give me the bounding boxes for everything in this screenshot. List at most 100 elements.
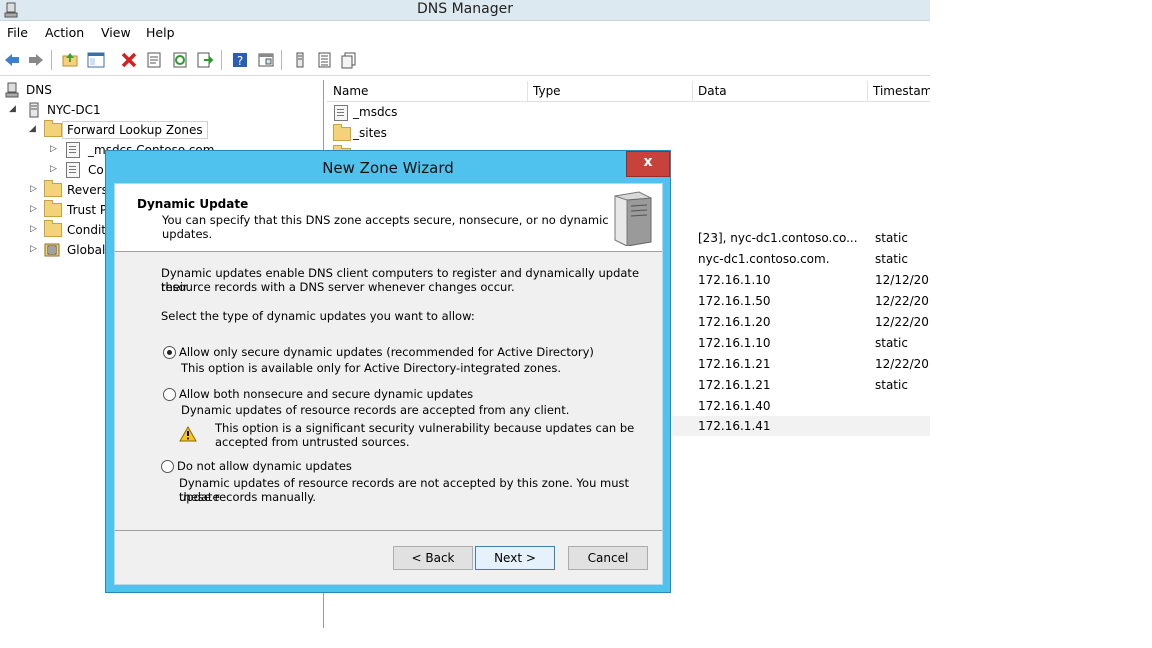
radio-secure-only[interactable]	[163, 346, 176, 359]
back-arrow-icon[interactable]	[3, 51, 21, 69]
zone-icon[interactable]	[340, 51, 358, 69]
cell-data: 172.16.1.10	[698, 273, 771, 287]
global-logs-icon	[44, 243, 60, 257]
cell-timestamp: 12/12/201	[875, 273, 930, 287]
close-icon: x	[643, 154, 653, 170]
back-button[interactable]: < Back	[393, 546, 473, 570]
tree-item-dns[interactable]: DNS	[0, 80, 200, 100]
cell-data: nyc-dc1.contoso.com.	[698, 252, 830, 266]
cell-data: 172.16.1.20	[698, 315, 771, 329]
toolbar: ?	[0, 45, 930, 76]
svg-text:?: ?	[237, 54, 243, 68]
option-label[interactable]: Allow both nonsecure and secure dynamic …	[179, 387, 473, 401]
collapsed-arrow-icon[interactable]: ▷	[30, 184, 37, 194]
refresh-icon[interactable]	[171, 51, 189, 69]
cell-timestamp: static	[875, 336, 908, 350]
intro-text-continued: resource records with a DNS server whene…	[161, 280, 515, 294]
collapsed-arrow-icon[interactable]: ▷	[50, 164, 57, 174]
cell-timestamp: 12/22/201	[875, 315, 930, 329]
page-description: You can specify that this DNS zone accep…	[162, 213, 609, 227]
menu-view[interactable]: View	[101, 25, 131, 40]
export-icon[interactable]	[196, 51, 214, 69]
tree-label: Global	[67, 243, 106, 257]
tree-label: Forward Lookup Zones	[62, 121, 208, 139]
tree-label: NYC-DC1	[47, 103, 101, 117]
tree-label: Trust P	[67, 203, 108, 217]
warning-text-continued: accepted from untrusted sources.	[215, 435, 410, 449]
help-icon[interactable]: ?	[231, 51, 249, 69]
menu-action[interactable]: Action	[45, 25, 84, 40]
cancel-button[interactable]: Cancel	[568, 546, 648, 570]
page-description-continued: updates.	[162, 227, 213, 241]
tree-label: Revers	[67, 183, 108, 197]
tree-item-nyc-dc1[interactable]: ◢ NYC-DC1	[0, 100, 200, 120]
dialog-title: New Zone Wizard	[322, 159, 454, 177]
warning-icon	[179, 426, 197, 442]
server-tower-icon	[614, 191, 652, 246]
list-item[interactable]: _msdcs	[327, 102, 930, 122]
window-title: DNS Manager	[417, 1, 513, 17]
folder-icon	[44, 120, 62, 137]
option-description: Dynamic updates of resource records are …	[181, 403, 570, 417]
server-icon	[29, 102, 39, 118]
column-header-name[interactable]: Name	[327, 81, 528, 101]
show-tree-icon[interactable]	[87, 51, 105, 69]
forward-arrow-icon[interactable]	[27, 51, 45, 69]
tree-label: Co	[88, 163, 104, 177]
collapsed-arrow-icon[interactable]: ▷	[50, 144, 57, 154]
list-icon[interactable]	[315, 51, 333, 69]
button-row: < Back Next > Cancel	[115, 546, 662, 576]
close-button[interactable]: x	[626, 151, 670, 177]
divider	[115, 530, 662, 531]
folder-icon	[44, 200, 62, 217]
list-header: Name Type Data Timestam	[327, 81, 930, 102]
option-description: This option is available only for Active…	[181, 361, 561, 375]
cell-name: _sites	[353, 126, 387, 140]
up-folder-icon[interactable]	[61, 51, 79, 69]
option-label[interactable]: Do not allow dynamic updates	[177, 459, 352, 473]
collapsed-arrow-icon[interactable]: ▷	[30, 204, 37, 214]
delete-icon[interactable]	[120, 51, 138, 69]
page-title: Dynamic Update	[137, 197, 249, 211]
server-icon[interactable]	[291, 51, 309, 69]
zone-icon	[334, 105, 348, 121]
expanded-arrow-icon[interactable]: ◢	[9, 104, 16, 114]
cell-data: 172.16.1.40	[698, 399, 771, 413]
cell-name: _msdcs	[353, 105, 398, 119]
cell-timestamp: static	[875, 378, 908, 392]
tree-label: Condit	[67, 223, 106, 237]
folder-icon	[44, 220, 62, 237]
radio-nonsecure-and-secure[interactable]	[163, 388, 176, 401]
console-icon[interactable]	[257, 51, 275, 69]
column-header-timestamp[interactable]: Timestam	[867, 81, 930, 101]
menu-help[interactable]: Help	[146, 25, 175, 40]
menu-bar: File Action View Help	[0, 21, 930, 43]
menu-file[interactable]: File	[7, 25, 28, 40]
collapsed-arrow-icon[interactable]: ▷	[30, 224, 37, 234]
option-label[interactable]: Allow only secure dynamic updates (recom…	[179, 345, 594, 359]
column-header-type[interactable]: Type	[527, 81, 693, 101]
expanded-arrow-icon[interactable]: ◢	[29, 124, 36, 134]
cell-data: 172.16.1.21	[698, 378, 771, 392]
select-prompt: Select the type of dynamic updates you w…	[161, 309, 475, 323]
radio-no-dynamic-updates[interactable]	[161, 460, 174, 473]
next-button[interactable]: Next >	[475, 546, 555, 570]
title-bar: DNS Manager	[0, 0, 930, 21]
warning-text: This option is a significant security vu…	[215, 421, 635, 435]
collapsed-arrow-icon[interactable]: ▷	[30, 244, 37, 254]
column-header-data[interactable]: Data	[692, 81, 868, 101]
cell-timestamp: 12/22/201	[875, 294, 930, 308]
cell-data: 172.16.1.41	[698, 419, 771, 433]
tree-item-forward-lookup-zones[interactable]: ◢ Forward Lookup Zones	[0, 120, 208, 140]
option-description-continued: these records manually.	[179, 490, 317, 504]
zone-icon	[66, 142, 80, 158]
wizard-header: Dynamic Update You can specify that this…	[115, 184, 662, 252]
properties-icon[interactable]	[145, 51, 163, 69]
cell-timestamp: 12/22/201	[875, 357, 930, 371]
dialog-body: Dynamic Update You can specify that this…	[114, 183, 663, 585]
folder-icon	[333, 124, 351, 141]
dns-icon	[5, 82, 19, 98]
cell-data: 172.16.1.50	[698, 294, 771, 308]
new-zone-wizard-dialog: New Zone Wizard x Dynamic Update You can…	[105, 150, 671, 593]
list-item[interactable]: _sites	[327, 123, 930, 143]
